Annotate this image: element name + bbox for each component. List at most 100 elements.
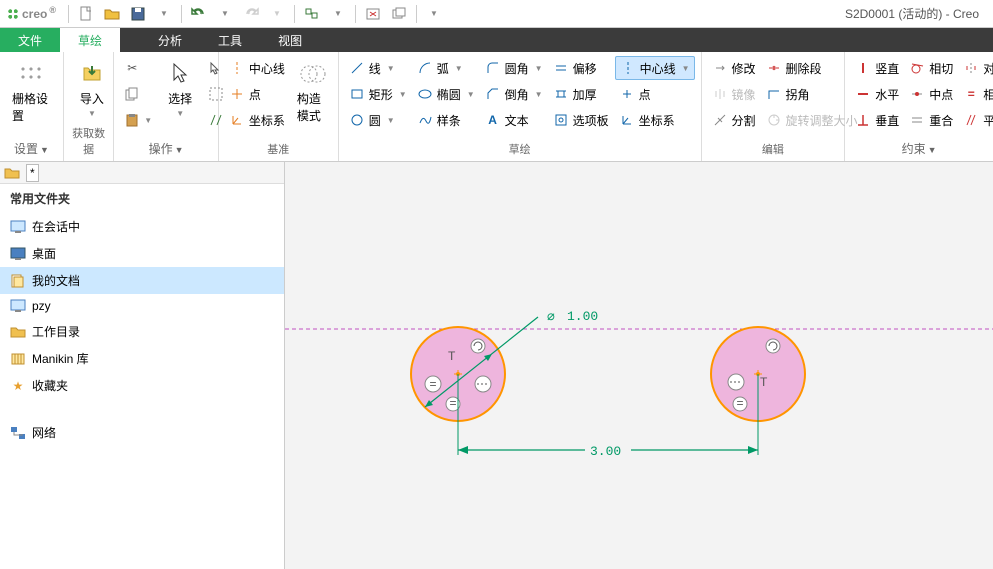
- fillet-button[interactable]: 圆角▼: [481, 56, 547, 80]
- select-button[interactable]: 选择 ▼: [158, 56, 202, 122]
- chamfer-button[interactable]: 倒角▼: [481, 82, 547, 106]
- group-label-settings[interactable]: 设置▼: [6, 138, 57, 159]
- sketch-centerline-icon: [620, 60, 636, 76]
- datum-centerline-button[interactable]: 中心线: [225, 56, 289, 80]
- menu-bar: 文件 草绘 分析 工具 视图: [0, 28, 993, 52]
- chamfer-icon: [485, 86, 501, 102]
- tree-tab-2[interactable]: *: [26, 164, 39, 182]
- datum-point-button[interactable]: 点: [225, 82, 289, 106]
- window-title: S2D0001 (活动的) - Creo: [443, 5, 987, 22]
- tree-item-session[interactable]: 在会话中: [0, 213, 284, 240]
- group-label-ops[interactable]: 操作▼: [120, 138, 212, 159]
- distance-value[interactable]: 3.00: [590, 444, 621, 459]
- tree-item-network[interactable]: 网络: [0, 419, 284, 446]
- rect-button[interactable]: 矩形▼: [345, 82, 411, 106]
- tangent-button[interactable]: 相切: [905, 56, 957, 80]
- ellipse-icon: [417, 86, 433, 102]
- grid-settings-button[interactable]: 栅格设置: [6, 56, 57, 128]
- tree-item-documents[interactable]: 我的文档: [0, 267, 284, 294]
- tree-item-manikin[interactable]: Manikin 库: [0, 345, 284, 372]
- thicken-button[interactable]: 加厚: [549, 82, 613, 106]
- mirror-button: 镜像: [708, 82, 760, 106]
- centerline-icon: [229, 60, 245, 76]
- new-file-icon[interactable]: [77, 5, 95, 23]
- folder-tree-panel: * 常用文件夹 在会话中 桌面 我的文档 pzy 工作目录 Manikin 库 …: [0, 162, 285, 569]
- import-button[interactable]: 导入 ▼: [70, 56, 114, 122]
- sketch-centerline-button[interactable]: 中心线▼: [615, 56, 695, 80]
- parallel-button[interactable]: 平行: [959, 108, 993, 132]
- parallel-icon: [963, 112, 979, 128]
- coincident-icon: [909, 112, 925, 128]
- tree-item-desktop[interactable]: 桌面: [0, 240, 284, 267]
- undo-dropdown-icon[interactable]: ▼: [216, 5, 234, 23]
- datum-csys-icon: [229, 112, 245, 128]
- undo-icon[interactable]: [190, 5, 208, 23]
- datum-csys-button[interactable]: 坐标系: [225, 108, 289, 132]
- group-label-constrain[interactable]: 约束▼: [851, 138, 987, 159]
- construct-mode-button[interactable]: 构造模式: [291, 56, 335, 128]
- redo-dropdown-icon[interactable]: ▼: [268, 5, 286, 23]
- divide-button[interactable]: 分割: [708, 108, 760, 132]
- open-file-icon[interactable]: [103, 5, 121, 23]
- redo-icon[interactable]: [242, 5, 260, 23]
- menu-view[interactable]: 视图: [260, 28, 320, 52]
- menu-analysis[interactable]: 分析: [140, 28, 200, 52]
- ellipse-button[interactable]: 椭圆▼: [413, 82, 479, 106]
- ribbon: 栅格设置 设置▼ 导入 ▼ 获取数据 ✂ ▼ 选择 ▼: [0, 52, 993, 162]
- horizontal-icon: [855, 86, 871, 102]
- ribbon-group-constrain: 竖直 水平 垂直 相切 中点 重合 对称 =相等 平行 约束▼: [845, 52, 993, 161]
- palette-button[interactable]: 选项板: [549, 108, 613, 132]
- paste-button[interactable]: ▼: [120, 108, 156, 132]
- line-button[interactable]: 线▼: [345, 56, 411, 80]
- sketch-csys-button[interactable]: 坐标系: [615, 108, 695, 132]
- menu-tools[interactable]: 工具: [200, 28, 260, 52]
- ribbon-group-grid: 栅格设置 设置▼: [0, 52, 64, 161]
- symmetric-button[interactable]: 对称: [959, 56, 993, 80]
- modify-button[interactable]: 修改: [708, 56, 760, 80]
- fillet-icon: [485, 60, 501, 76]
- vertical-icon: [855, 60, 871, 76]
- spline-button[interactable]: 样条: [413, 108, 479, 132]
- circle-button[interactable]: 圆▼: [345, 108, 411, 132]
- tree-tab-1[interactable]: [4, 166, 20, 180]
- cut-button[interactable]: ✂: [120, 56, 156, 80]
- regen-dropdown-icon[interactable]: ▼: [329, 5, 347, 23]
- divide-icon: [712, 112, 728, 128]
- thicken-icon: [553, 86, 569, 102]
- perpendicular-button[interactable]: 垂直: [851, 108, 903, 132]
- resize-icon: [766, 112, 782, 128]
- tree-tabs: *: [0, 162, 284, 184]
- coincident-button[interactable]: 重合: [905, 108, 957, 132]
- save-icon[interactable]: [129, 5, 147, 23]
- sketch-point-button[interactable]: 点: [615, 82, 695, 106]
- ribbon-group-import: 导入 ▼ 获取数据: [64, 52, 114, 161]
- diameter-value[interactable]: 1.00: [567, 309, 598, 324]
- save-dropdown-icon[interactable]: ▼: [155, 5, 173, 23]
- horizontal-button[interactable]: 水平: [851, 82, 903, 106]
- copy-button[interactable]: [120, 82, 156, 106]
- menu-file[interactable]: 文件: [0, 28, 60, 52]
- offset-button[interactable]: 偏移: [549, 56, 613, 80]
- documents-icon: [10, 274, 26, 288]
- construct-label: 构造模式: [297, 90, 329, 124]
- tree-item-workdir[interactable]: 工作目录: [0, 318, 284, 345]
- menu-sketch[interactable]: 草绘: [60, 28, 120, 52]
- circle-icon: [349, 112, 365, 128]
- windows-icon[interactable]: [390, 5, 408, 23]
- diameter-symbol: ⌀: [547, 309, 555, 324]
- regen-icon[interactable]: [303, 5, 321, 23]
- text-button[interactable]: A文本: [481, 108, 547, 132]
- qat-customize-icon[interactable]: ▼: [425, 5, 443, 23]
- vertical-button[interactable]: 竖直: [851, 56, 903, 80]
- sketch-canvas[interactable]: = = T = T ⌀ 1.00 3.00: [285, 162, 993, 569]
- close-window-icon[interactable]: [364, 5, 382, 23]
- arc-button[interactable]: 弧▼: [413, 56, 479, 80]
- ribbon-group-edit: 修改 镜像 分割 删除段 拐角 旋转调整大小 编辑: [702, 52, 846, 161]
- equal-button[interactable]: =相等: [959, 82, 993, 106]
- tree-item-favorites[interactable]: ★收藏夹: [0, 372, 284, 399]
- midpoint-button[interactable]: 中点: [905, 82, 957, 106]
- midpoint-icon: [909, 86, 925, 102]
- tree-item-pzy[interactable]: pzy: [0, 294, 284, 318]
- text-icon: A: [485, 112, 501, 128]
- star-icon: ★: [10, 379, 26, 393]
